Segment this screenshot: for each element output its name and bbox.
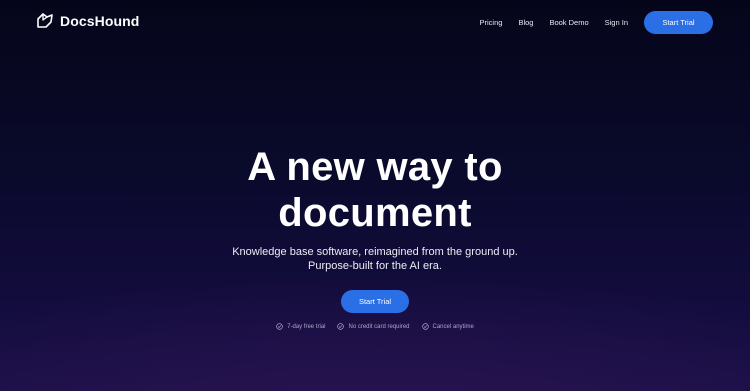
docshound-logo-icon — [37, 13, 53, 28]
check-circle-icon — [421, 323, 429, 330]
nav-link-book-demo[interactable]: Book Demo — [549, 18, 588, 27]
hero-section: A new way to document Knowledge base sof… — [0, 144, 750, 330]
nav-links: Pricing Blog Book Demo Sign In Start Tri… — [480, 11, 713, 34]
hero-subtitle: Knowledge base software, reimagined from… — [0, 245, 750, 273]
nav-link-blog[interactable]: Blog — [518, 18, 533, 27]
check-circle-icon — [337, 323, 345, 330]
check-circle-icon — [276, 323, 283, 330]
hero-start-trial-button[interactable]: Start Trial — [341, 290, 409, 313]
perk-item-no-credit-card: No credit card required — [337, 323, 410, 330]
hero-title-line-1: A new way to — [247, 145, 503, 189]
perk-label: No credit card required — [348, 323, 410, 330]
hero-title: A new way to document — [0, 144, 750, 236]
nav-link-pricing[interactable]: Pricing — [480, 18, 503, 27]
hero-subtitle-line-1: Knowledge base software, reimagined from… — [232, 246, 518, 258]
hero-subtitle-line-2: Purpose-built for the AI era. — [308, 260, 442, 272]
nav-link-sign-in[interactable]: Sign In — [605, 18, 628, 27]
nav-start-trial-button[interactable]: Start Trial — [644, 11, 713, 34]
perk-item-free-trial: 7-day free trial — [276, 323, 325, 330]
perk-item-cancel-anytime: Cancel anytime — [421, 323, 474, 330]
perk-label: 7-day free trial — [287, 323, 326, 330]
perks-list: 7-day free trial No credit card required… — [0, 323, 750, 330]
brand-logo-link[interactable]: DocsHound — [36, 12, 139, 29]
perk-label: Cancel anytime — [432, 323, 474, 330]
top-navigation: DocsHound Pricing Blog Book Demo Sign In… — [0, 0, 750, 44]
hero-title-line-2: document — [278, 191, 472, 235]
brand-name: DocsHound — [60, 12, 140, 29]
